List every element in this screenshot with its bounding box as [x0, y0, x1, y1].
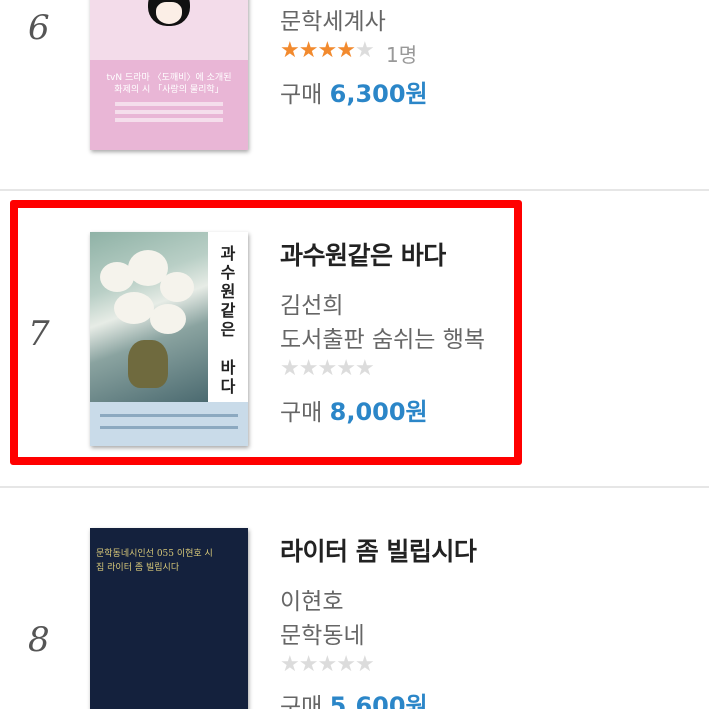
selection-highlight-box [10, 200, 522, 465]
price-amount: 6,300원 [329, 80, 428, 108]
price-label: 구매 [280, 694, 323, 709]
star-empty-icon: ★ [280, 652, 300, 677]
rank-number: 6 [28, 8, 50, 48]
rating-stars: ★★★★★ [280, 652, 375, 677]
star-empty-icon: ★ [354, 38, 375, 63]
rank-number: 8 [28, 620, 50, 660]
star-filled-icon: ★ [336, 38, 356, 63]
book-publisher: 문학동네 [280, 623, 365, 649]
book-publisher: 문학세계사 [280, 9, 386, 35]
cover-text-line2: 집 라이터 좀 빌립시다 [96, 563, 180, 573]
price-label: 구매 [280, 82, 323, 108]
cover-text-line1: 문학동네시인선 055 이현호 시 [96, 549, 213, 559]
star-filled-icon: ★ [298, 38, 319, 63]
cover-text-line2: 화제의 시 「사랑의 물리학」 [114, 85, 224, 95]
book-item-6[interactable]: 6 tvN 드라마 〈도깨비〉에 소개된 화제의 시 「사랑의 물리학」 문학세… [0, 0, 709, 190]
star-empty-icon: ★ [317, 652, 337, 677]
price: 구매 6,300원 [280, 74, 428, 109]
book-title[interactable]: 라이터 좀 빌립시다 [280, 532, 477, 568]
book-author[interactable]: 이현호 [280, 582, 343, 616]
rating-count: 1명 [386, 43, 418, 67]
price-amount: 5,600원 [329, 692, 428, 709]
rating-stars: ★★★★★ [280, 38, 375, 63]
star-filled-icon: ★ [317, 38, 337, 63]
star-empty-icon: ★ [336, 652, 356, 677]
price: 구매 5,600원 [280, 686, 428, 709]
star-empty-icon: ★ [298, 652, 319, 677]
book-cover-image[interactable]: 문학동네시인선 055 이현호 시 집 라이터 좀 빌립시다 [90, 528, 248, 709]
star-filled-icon: ★ [280, 38, 300, 63]
book-cover-image[interactable]: tvN 드라마 〈도깨비〉에 소개된 화제의 시 「사랑의 물리학」 [90, 0, 248, 150]
star-empty-icon: ★ [354, 652, 375, 677]
